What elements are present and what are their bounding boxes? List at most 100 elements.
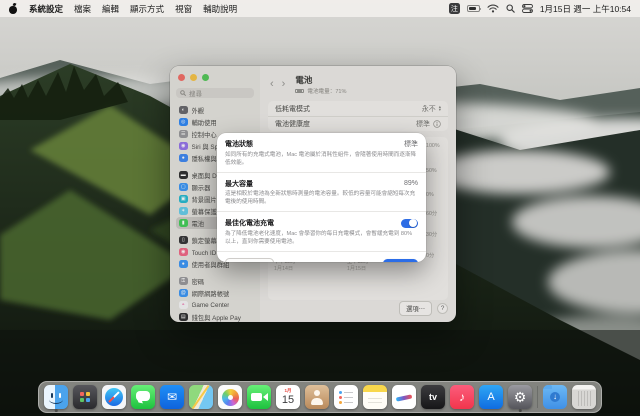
- dock-app-icon[interactable]: ↓: [543, 385, 567, 409]
- dock-app-icon[interactable]: [334, 385, 358, 409]
- done-button[interactable]: 完成: [383, 259, 418, 262]
- dock-item: [218, 385, 242, 409]
- page-title: 電池: [295, 75, 313, 85]
- settings-group: 低耗電模式 永不 ▴ ▾ 電池健康度 標準: [268, 101, 448, 131]
- level-axis-labels: 100% 50% 0%: [426, 143, 446, 198]
- dialog-footer: 更多內容⋯ 完成: [217, 251, 426, 262]
- dock-item: [537, 386, 538, 408]
- dock-app-icon[interactable]: [572, 385, 596, 409]
- menu-item[interactable]: 檔案: [74, 3, 91, 15]
- dock-app-icon[interactable]: [102, 385, 126, 409]
- search-icon: [180, 90, 186, 96]
- info-icon[interactable]: [433, 120, 441, 128]
- sidebar-item-icon: ✶: [179, 206, 188, 216]
- section-title: 最佳化電池充電: [225, 220, 274, 228]
- maximum-capacity-value: 89%: [403, 180, 418, 188]
- more-info-button[interactable]: 更多內容⋯: [225, 258, 274, 262]
- sidebar-item-icon: ▮: [179, 218, 188, 228]
- search-input[interactable]: 搜尋: [176, 88, 254, 98]
- menu-item[interactable]: 編輯: [102, 3, 119, 15]
- options-button[interactable]: 選項⋯: [399, 301, 432, 316]
- zoom-button[interactable]: [202, 74, 209, 81]
- minimize-button[interactable]: [190, 74, 197, 81]
- battery-condition-section: 電池狀態 標準 如同所有的充電式電池，Mac 電池屬於消耗性組件，會隨著使用時間…: [217, 133, 426, 172]
- maximum-capacity-section: 最大容量 89% 這是相較於電池為全新狀態時測量的電池容量。較低的容量可能會縮短…: [217, 171, 426, 212]
- sidebar-item-icon: ●: [179, 153, 188, 163]
- section-description: 為了降低電池老化速度，Mac 會學習你的每日充電模式，會暫緩充電到 80% 以上…: [225, 230, 413, 246]
- sidebar-item-label: 網際網路帳號: [191, 290, 230, 298]
- sidebar-item[interactable]: @ 網際網路帳號: [176, 287, 254, 299]
- sidebar-item-icon: ◉: [179, 247, 188, 257]
- dock-app-icon[interactable]: [392, 385, 416, 409]
- sidebar-item-label: 控制中心: [191, 131, 217, 139]
- sidebar-item-label: 電池: [191, 220, 205, 228]
- sidebar-item[interactable]: ◐ 外觀: [176, 104, 254, 116]
- sidebar-item-icon: ●: [179, 259, 188, 269]
- running-indicator-dot: [518, 409, 522, 412]
- menu-item[interactable]: 顯示方式: [130, 3, 164, 15]
- low-power-mode-select[interactable]: 永不 ▴ ▾: [422, 104, 441, 114]
- dock-item: [392, 385, 416, 409]
- section-description: 這是相較於電池為全新狀態時測量的電池容量。較低的容量可能會縮短每次充電後的使用時…: [225, 191, 416, 206]
- search-icon[interactable]: [506, 4, 515, 13]
- dock-app-icon[interactable]: tv: [421, 385, 445, 409]
- axis-tick-label: 60分: [426, 211, 438, 217]
- sidebar-item[interactable]: ▤ 錢包與 Apple Pay: [176, 311, 254, 322]
- chevron-up-down-icon: ▴ ▾: [438, 104, 441, 112]
- menu-item[interactable]: 視窗: [175, 3, 192, 15]
- dock-app-icon[interactable]: 1月 15: [276, 385, 300, 409]
- dock-app-icon[interactable]: [73, 385, 97, 409]
- dock-app-icon[interactable]: A: [479, 385, 503, 409]
- forward-icon[interactable]: ›: [280, 79, 288, 90]
- dock-app-icon[interactable]: [131, 385, 155, 409]
- window-controls: [178, 74, 254, 81]
- low-power-mode-row: 低耗電模式 永不 ▴ ▾: [268, 101, 448, 116]
- wifi-icon[interactable]: [487, 4, 499, 13]
- dock-item: [73, 385, 97, 409]
- desktop: 系統設定 檔案 編輯 顯示方式 視窗 輔助說明 注 1月15日 週一 上午10:…: [0, 0, 640, 416]
- dock-app-icon[interactable]: [363, 385, 387, 409]
- close-button[interactable]: [178, 74, 185, 81]
- sidebar-item[interactable]: ⚿ 密碼: [176, 275, 254, 287]
- optimized-charging-toggle[interactable]: [401, 218, 418, 229]
- sidebar-item-icon: ◉: [179, 141, 188, 151]
- sidebar-item-icon: ▢: [179, 182, 188, 192]
- dock-item: [102, 385, 126, 409]
- sidebar-item-icon: ▯: [179, 235, 188, 245]
- dock-item: [334, 385, 358, 409]
- sidebar-item[interactable]: ◓ Game Center: [176, 299, 254, 311]
- dock-app-icon[interactable]: [44, 385, 68, 409]
- help-button[interactable]: ?: [437, 303, 448, 314]
- dock-app-icon[interactable]: [189, 385, 213, 409]
- dock-app-icon[interactable]: [305, 385, 329, 409]
- sidebar-item-icon: ▣: [179, 194, 188, 204]
- sidebar-item-label: 鎖定螢幕: [191, 237, 217, 245]
- input-source-icon[interactable]: 注: [448, 3, 460, 14]
- axis-tick-label: 0分: [426, 253, 435, 259]
- section-title: 最大容量: [225, 180, 253, 188]
- dock-app-icon[interactable]: [537, 386, 538, 408]
- apple-menu-icon[interactable]: [9, 4, 18, 14]
- dock-item: [305, 385, 329, 409]
- menu-bar-clock[interactable]: 1月15日 週一 上午10:54: [540, 3, 631, 15]
- dock-app-icon[interactable]: ♪: [450, 385, 474, 409]
- axis-tick-label: 30分: [426, 232, 438, 238]
- battery-status-icon[interactable]: [466, 5, 482, 12]
- dock-app-icon[interactable]: [247, 385, 271, 409]
- sidebar-item-icon: ☰: [179, 129, 188, 139]
- sidebar-item-icon: ▬: [179, 170, 188, 180]
- sidebar-item-label: 顯示器: [191, 184, 211, 192]
- menu-item[interactable]: 系統設定: [29, 3, 63, 15]
- battery-level-icon: [295, 88, 305, 94]
- back-icon[interactable]: ‹: [268, 79, 276, 90]
- sidebar-item[interactable]: ◎ 輔助使用: [176, 116, 254, 128]
- dock-item: tv: [421, 385, 445, 409]
- dock-app-icon[interactable]: ⚙: [508, 385, 532, 409]
- dock-item: [189, 385, 213, 409]
- dock-app-icon[interactable]: [218, 385, 242, 409]
- dock-app-icon[interactable]: ✉: [160, 385, 184, 409]
- menu-item[interactable]: 輔助說明: [203, 3, 237, 15]
- dock: ✉ 1月 15 tv ♪ A ⚙ ↓: [38, 381, 602, 413]
- battery-health-dialog: 電池狀態 標準 如同所有的充電式電池，Mac 電池屬於消耗性組件，會隨著使用時間…: [217, 133, 426, 262]
- control-center-icon[interactable]: [521, 4, 533, 13]
